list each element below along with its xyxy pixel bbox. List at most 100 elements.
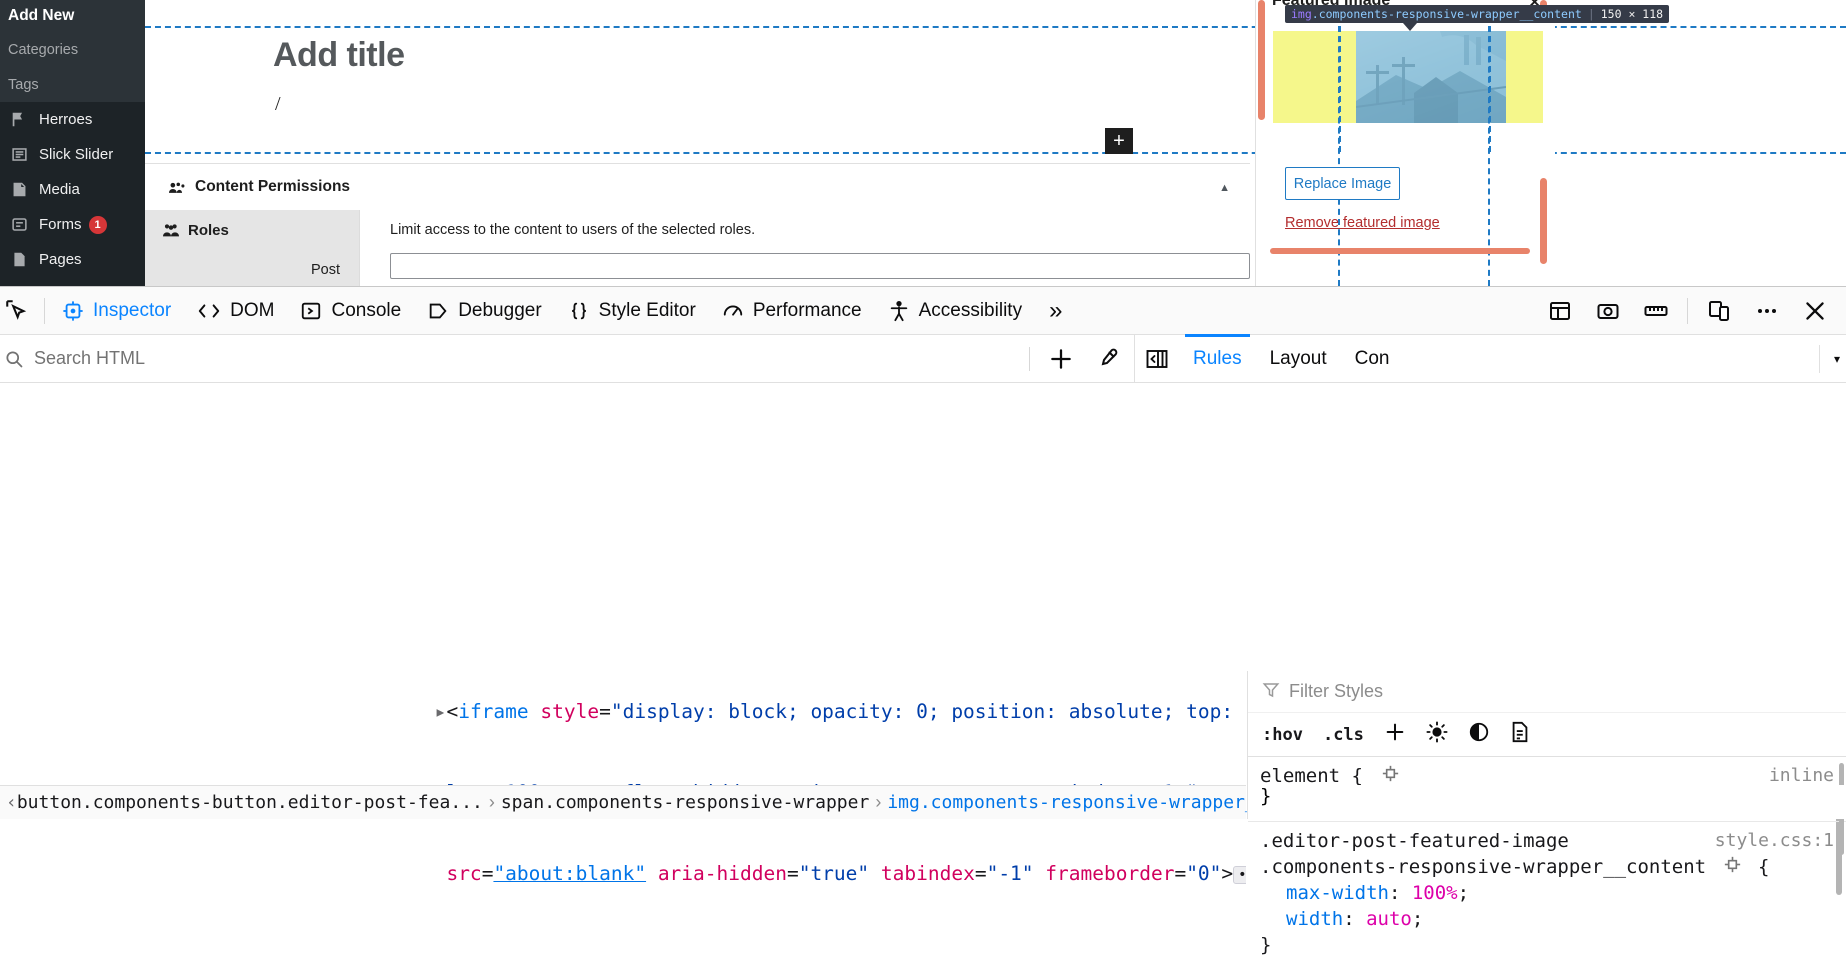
chevron-double-right-icon: » — [1049, 296, 1063, 324]
filter-styles-row[interactable]: Filter Styles — [1248, 671, 1846, 713]
css-declaration[interactable]: width: auto; — [1260, 906, 1834, 932]
add-block-button[interactable]: + — [1105, 128, 1133, 154]
markup-line[interactable]: src="about:blank" aria-hidden="true" tab… — [0, 833, 1246, 914]
roles-description: Limit access to the content to users of … — [390, 222, 756, 238]
devtools-overflow-button[interactable]: » — [1035, 297, 1076, 325]
breadcrumb-item-button[interactable]: button.components-button.editor-post-fea… — [17, 792, 483, 813]
dark-mode-icon[interactable] — [1468, 721, 1490, 748]
selector-highlighter-icon[interactable] — [1724, 856, 1752, 878]
devtools-toolbar-right — [1539, 290, 1846, 332]
sidebar-item-label: Media — [39, 181, 80, 198]
meatball-menu-icon[interactable] — [1746, 290, 1788, 332]
add-rule-button[interactable] — [1384, 721, 1406, 748]
search-input[interactable]: Search HTML — [34, 348, 145, 369]
print-media-icon[interactable] — [1510, 721, 1530, 748]
tab-label: Inspector — [93, 299, 172, 321]
screenshot-icon[interactable] — [1587, 290, 1629, 332]
wp-admin-sidebar[interactable]: Add New Categories Tags Herroes Slick Sl… — [0, 0, 145, 286]
accessibility-icon — [888, 300, 910, 322]
post-sidebar-tab[interactable]: Post — [311, 262, 340, 278]
rule-selector[interactable]: element { — [1260, 765, 1363, 787]
tab-label: Accessibility — [918, 299, 1023, 321]
users-icon — [169, 180, 186, 195]
light-mode-icon[interactable] — [1426, 721, 1448, 748]
rule-source[interactable]: style.css:1 — [1715, 828, 1834, 854]
sidebar-item-pages[interactable]: Pages — [0, 242, 145, 277]
infobar-tag-name: img — [1291, 7, 1312, 21]
breadcrumb: ‹ button.components-button.editor-post-f… — [0, 785, 1367, 819]
split-console-icon[interactable] — [1539, 290, 1581, 332]
markup-line[interactable]: </iframe> event — [0, 914, 1246, 944]
search-html-bar[interactable]: Search HTML — [0, 335, 1135, 383]
tab-dom[interactable]: DOM — [184, 288, 287, 334]
toolbar-divider-right — [1687, 297, 1688, 324]
sidebar-item-herroes[interactable]: Herroes — [0, 102, 145, 137]
post-title-placeholder[interactable]: Add title — [273, 36, 405, 75]
caret-up-icon[interactable]: ▲ — [1219, 182, 1230, 194]
class-toggle-button[interactable]: .cls — [1323, 725, 1364, 745]
infobar-class-name: .components-responsive-wrapper__content — [1311, 7, 1582, 21]
css-declaration[interactable]: max-width: 100%; — [1260, 880, 1834, 906]
code-icon — [197, 300, 221, 322]
tab-debugger[interactable]: Debugger — [414, 288, 554, 334]
measure-icon[interactable] — [1635, 290, 1677, 332]
roles-select-input[interactable] — [390, 253, 1250, 279]
css-value[interactable]: 100% — [1412, 882, 1458, 904]
attribute-overflow-icon[interactable]: ••• — [1233, 865, 1246, 884]
markup-link[interactable]: "about:blank" — [493, 862, 646, 885]
sidebar-tab-layout[interactable]: Layout — [1256, 335, 1341, 382]
pseudo-class-button[interactable]: :hov — [1262, 725, 1303, 745]
devtools-panel: Inspector DOM Console Debugger Style Edi… — [0, 286, 1846, 956]
tab-accessibility[interactable]: Accessibility — [875, 288, 1035, 334]
element-picker-icon[interactable] — [0, 288, 40, 334]
block-slash-prompt[interactable]: / — [275, 93, 281, 116]
tab-style-editor[interactable]: Style Editor — [555, 288, 709, 334]
rule-block-featured-image[interactable]: style.css:1 .editor-post-featured-image … — [1248, 822, 1846, 964]
expand-twisty-icon[interactable]: ▸ — [434, 698, 446, 725]
sidebar-item-label: Pages — [39, 251, 82, 268]
chevron-down-icon[interactable]: ▾ — [1834, 352, 1840, 366]
sidebar-tab-rules[interactable]: Rules — [1179, 334, 1256, 382]
breadcrumb-separator: › — [875, 792, 882, 812]
close-icon[interactable] — [1794, 290, 1836, 332]
sidebar-item-add-new[interactable]: Add New — [0, 0, 145, 32]
sidebar-item-forms[interactable]: Forms 1 — [0, 207, 145, 242]
sidebar-item-categories[interactable]: Categories — [0, 32, 145, 67]
css-property[interactable]: width — [1286, 908, 1343, 930]
rule-selector[interactable]: .editor-post-featured-image .components-… — [1260, 830, 1706, 878]
breadcrumb-scroll-left-icon[interactable]: ‹ — [6, 792, 17, 813]
editor-canvas[interactable]: Add title / + Content Permissions ▲ Role… — [145, 0, 1846, 286]
search-tools-divider — [1029, 346, 1030, 371]
css-value[interactable]: auto — [1366, 908, 1412, 930]
remove-featured-image-link[interactable]: Remove featured image — [1285, 215, 1440, 231]
featured-image-highlight-box — [1273, 31, 1543, 123]
rules-toolbar: :hov .cls — [1248, 713, 1846, 757]
tab-inspector[interactable]: Inspector — [49, 288, 184, 334]
sidebar-tab-computed[interactable]: Con — [1341, 335, 1404, 382]
sidebar-item-reusable-blocks[interactable]: Reusable Blocks — [0, 277, 145, 286]
replace-image-button[interactable]: Replace Image — [1285, 167, 1400, 200]
tab-console[interactable]: Console — [287, 288, 414, 334]
pages-icon — [8, 251, 30, 268]
responsive-design-icon[interactable] — [1698, 290, 1740, 332]
braces-icon — [568, 300, 590, 322]
content-permissions-header[interactable]: Content Permissions ▲ — [145, 164, 1250, 210]
featured-image-thumbnail[interactable] — [1356, 31, 1506, 123]
tab-label: Debugger — [458, 299, 542, 321]
breadcrumb-item-span[interactable]: span.components-responsive-wrapper — [501, 792, 869, 813]
sidebar-item-media[interactable]: Media — [0, 172, 145, 207]
markup-line[interactable]: ▸<iframe style="display: block; opacity:… — [0, 671, 1246, 752]
filter-styles-input[interactable]: Filter Styles — [1289, 681, 1383, 702]
sidebar-item-slick-slider[interactable]: Slick Slider — [0, 137, 145, 172]
plus-icon[interactable] — [1040, 338, 1082, 380]
flexbox-overlay-bar-right — [1540, 178, 1547, 264]
tab-label: Performance — [752, 299, 862, 321]
sidebar-item-tags[interactable]: Tags — [0, 67, 145, 102]
tab-performance[interactable]: Performance — [709, 288, 875, 334]
devtools-node-infobar: img .components-responsive-wrapper__conte… — [1285, 5, 1670, 31]
search-bar-tools — [1029, 338, 1134, 380]
css-property[interactable]: max-width — [1286, 882, 1389, 904]
eyedropper-icon[interactable] — [1086, 338, 1128, 380]
pane-toggle-icon[interactable] — [1135, 348, 1179, 370]
selector-highlighter-icon[interactable] — [1382, 765, 1399, 787]
